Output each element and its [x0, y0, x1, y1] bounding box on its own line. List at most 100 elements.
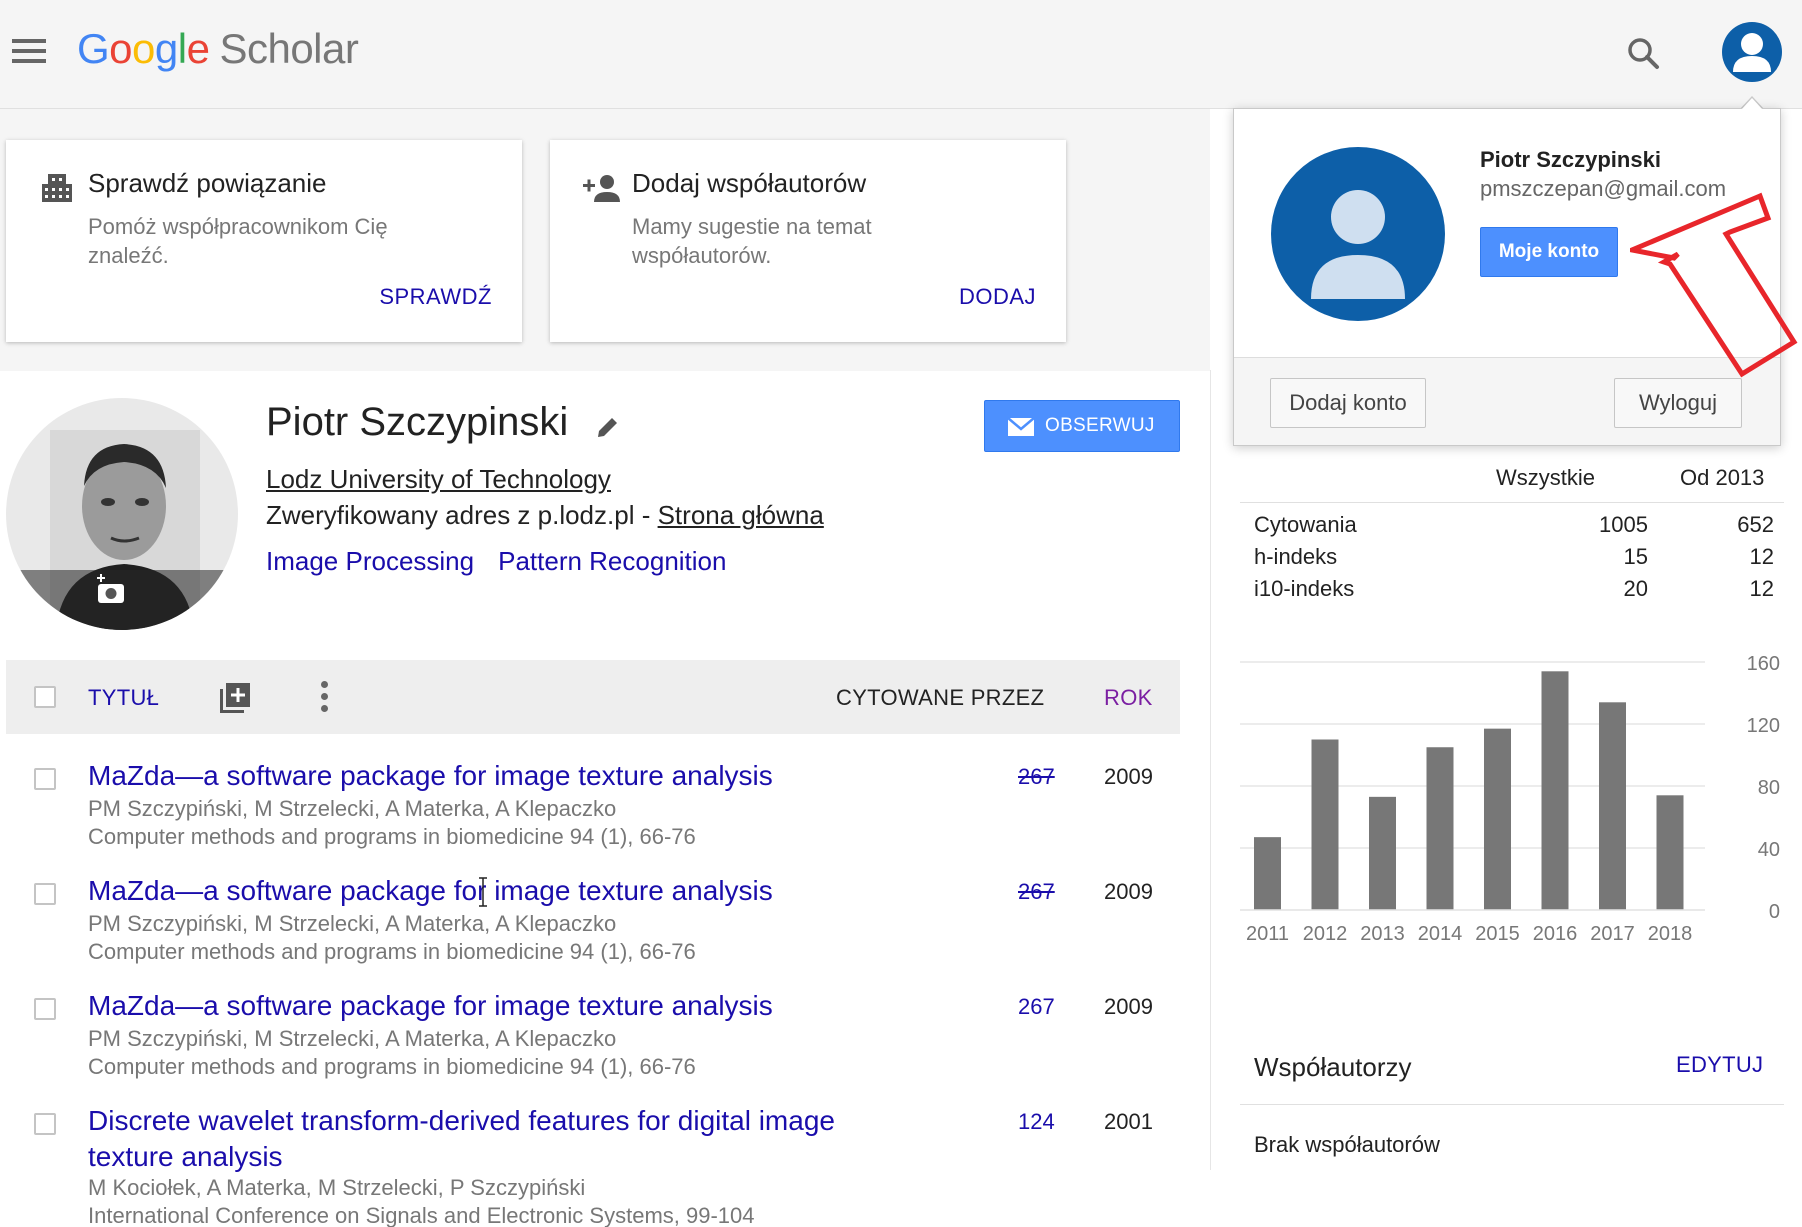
row-checkbox[interactable]	[34, 883, 56, 905]
edit-pencil-icon[interactable]	[594, 413, 622, 441]
article-title-link[interactable]: MaZda—a software package for image textu…	[88, 988, 888, 1024]
follow-button[interactable]: OBSERWUJ	[984, 400, 1180, 452]
homepage-link[interactable]: Strona główna	[658, 500, 824, 530]
table-row: MaZda—a software package for image textu…	[6, 873, 1180, 973]
col-all-header: Wszystkie	[1496, 465, 1595, 490]
article-authors: M Kociołek, A Materka, M Strzelecki, P S…	[88, 1175, 586, 1200]
chart-x-tick-label: 2013	[1360, 923, 1405, 945]
chart-x-tick-label: 2018	[1648, 923, 1693, 945]
text-cursor-icon	[478, 877, 488, 907]
select-all-checkbox[interactable]	[34, 686, 56, 708]
no-coauthors-text: Brak współautorów	[1254, 1132, 1440, 1157]
profile-name: Piotr Szczypinski	[266, 400, 569, 444]
account-name: Piotr Szczypinski	[1480, 147, 1661, 172]
chart-x-tick-label: 2011	[1246, 923, 1289, 945]
article-title-link[interactable]: MaZda—a software package for image textu…	[88, 758, 888, 794]
card-text: Pomóż współpracownikom Cię znaleźć.	[88, 214, 388, 268]
follow-label: OBSERWUJ	[1045, 415, 1155, 436]
verified-email: Zweryfikowany adres z p.lodz.pl - Strona…	[266, 500, 824, 530]
menu-icon[interactable]	[12, 39, 46, 65]
chart-y-tick-label: 0	[1769, 901, 1780, 923]
google-scholar-logo[interactable]: Google Scholar	[77, 25, 359, 73]
col-cited-by[interactable]: CYTOWANE PRZEZ	[836, 685, 1044, 711]
chart-bar[interactable]	[1426, 747, 1454, 910]
metric-since: 12	[1749, 576, 1774, 601]
profile-photo[interactable]	[6, 398, 238, 630]
chart-x-tick-label: 2012	[1303, 923, 1348, 945]
citations-row: h-indeks 15 12	[1254, 544, 1774, 574]
col-since-header: Od 2013	[1680, 465, 1765, 490]
citations-row: Cytowania 1005 652	[1254, 512, 1774, 542]
article-year: 2001	[1104, 1109, 1153, 1134]
table-row: MaZda—a software package for image textu…	[6, 988, 1180, 1088]
account-avatar-button[interactable]	[1722, 22, 1782, 82]
article-title-link[interactable]: MaZda—a software package for image textu…	[88, 873, 888, 909]
metric-label[interactable]: h-indeks	[1254, 544, 1337, 570]
row-checkbox[interactable]	[34, 1113, 56, 1135]
card-title: Dodaj współautorów	[632, 168, 867, 198]
metric-all: 20	[1623, 576, 1648, 601]
article-venue: Computer methods and programs in biomedi…	[88, 824, 696, 849]
cited-by-count[interactable]: 124	[1018, 1109, 1055, 1135]
chart-bar[interactable]	[1656, 795, 1684, 910]
article-year: 2009	[1104, 764, 1153, 789]
article-title-link[interactable]: Discrete wavelet transform-derived featu…	[88, 1103, 888, 1175]
metric-all: 1005	[1599, 512, 1648, 537]
logout-button[interactable]: Wyloguj	[1614, 378, 1742, 428]
card-text: Mamy sugestie na temat współautorów.	[632, 214, 872, 268]
add-article-icon[interactable]	[218, 681, 252, 720]
chart-y-tick-label: 160	[1747, 653, 1780, 675]
table-row: MaZda—a software package for image textu…	[6, 758, 1180, 858]
sort-by-title[interactable]: TYTUŁ	[88, 685, 159, 711]
account-avatar[interactable]	[1271, 147, 1445, 321]
cited-by-count[interactable]: 267	[1018, 879, 1055, 905]
metric-label[interactable]: Cytowania	[1254, 512, 1357, 538]
chart-bar[interactable]	[1254, 837, 1281, 910]
article-venue: International Conference on Signals and …	[88, 1203, 755, 1227]
mail-icon	[1007, 417, 1035, 443]
chart-y-tick-label: 40	[1758, 839, 1780, 861]
more-vert-icon[interactable]	[318, 681, 330, 713]
articles-table-header: TYTUŁ CYTOWANE PRZEZ ROK	[6, 660, 1180, 734]
verify-button[interactable]: SPRAWDŹ	[379, 284, 492, 310]
column-divider	[1210, 370, 1211, 1170]
chart-x-tick-label: 2016	[1533, 923, 1578, 945]
metric-since: 12	[1749, 544, 1774, 569]
interest-link[interactable]: Pattern Recognition	[498, 546, 726, 576]
metric-all: 15	[1623, 544, 1648, 569]
header-bar: Google Scholar	[0, 0, 1802, 109]
suggestion-card-verify: Sprawdź powiązanie Pomóż współpracowniko…	[6, 140, 522, 342]
change-photo-icon[interactable]	[94, 574, 128, 608]
cited-by-count[interactable]: 267	[1018, 764, 1055, 790]
chart-bar[interactable]	[1311, 739, 1339, 911]
chart-bar[interactable]	[1599, 702, 1626, 910]
chart-bar[interactable]	[1541, 671, 1569, 910]
row-checkbox[interactable]	[34, 998, 56, 1020]
table-row: Discrete wavelet transform-derived featu…	[6, 1103, 1180, 1227]
article-authors: PM Szczypiński, M Strzelecki, A Materka,…	[88, 911, 617, 936]
chart-x-tick-label: 2015	[1475, 923, 1520, 945]
edit-coauthors-button[interactable]: EDYTUJ	[1676, 1052, 1763, 1078]
add-coauthors-button[interactable]: DODAJ	[959, 284, 1036, 310]
building-icon	[39, 170, 75, 206]
add-account-button[interactable]: Dodaj konto	[1270, 378, 1426, 428]
chart-bar[interactable]	[1369, 796, 1396, 910]
cited-by-count[interactable]: 267	[1018, 994, 1055, 1020]
interest-link[interactable]: Image Processing	[266, 546, 474, 576]
card-title: Sprawdź powiązanie	[88, 168, 327, 198]
chart-x-tick-label: 2017	[1590, 923, 1635, 945]
search-icon[interactable]	[1622, 32, 1666, 76]
logo-scholar-text: Scholar	[219, 25, 359, 72]
citations-row: i10-indeks 20 12	[1254, 576, 1774, 606]
chart-x-tick-label: 2014	[1418, 923, 1463, 945]
add-person-icon	[583, 170, 620, 206]
sort-by-year[interactable]: ROK	[1104, 685, 1153, 711]
chart-y-tick-label: 120	[1747, 715, 1780, 737]
divider	[1240, 502, 1784, 503]
row-checkbox[interactable]	[34, 768, 56, 790]
chart-bar[interactable]	[1484, 728, 1511, 910]
metric-label[interactable]: i10-indeks	[1254, 576, 1354, 602]
affiliation-link[interactable]: Lodz University of Technology	[266, 464, 611, 495]
article-year: 2009	[1104, 879, 1153, 904]
my-account-button[interactable]: Moje konto	[1480, 227, 1618, 277]
